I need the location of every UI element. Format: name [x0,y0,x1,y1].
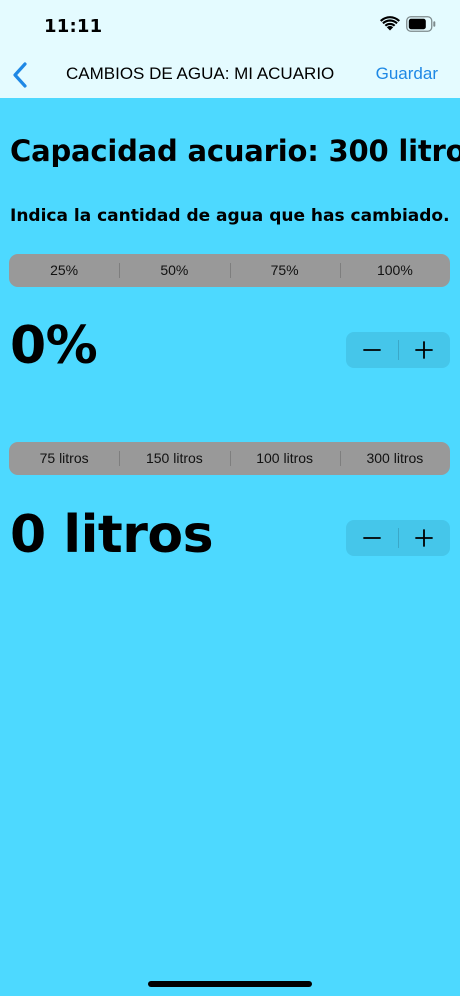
capacity-title: Capacidad acuario: 300 litros [10,134,460,168]
percent-decrement-button[interactable] [346,332,398,368]
minus-icon [362,349,381,351]
percent-option-75[interactable]: 75% [229,254,340,287]
percent-option-50[interactable]: 50% [119,254,229,287]
percent-stepper [346,332,450,368]
navigation-bar: CAMBIOS DE AGUA: MI ACUARIO Guardar [0,52,460,98]
litros-option-100[interactable]: 100 litros [229,442,340,475]
litros-option-75[interactable]: 75 litros [9,442,119,475]
litros-segmented-control: 75 litros 150 litros 100 litros 300 litr… [9,442,450,475]
percent-value: 0% [10,316,98,376]
status-time: 11:11 [44,16,103,37]
wifi-icon [380,16,400,31]
litros-stepper [346,520,450,556]
home-indicator[interactable] [148,981,312,987]
save-button[interactable]: Guardar [376,64,438,84]
litros-decrement-button[interactable] [346,520,398,556]
minus-icon [362,537,381,539]
litros-value: 0 litros [10,505,214,565]
percent-option-100[interactable]: 100% [339,254,450,287]
chevron-left-icon[interactable] [10,60,32,90]
instruction-text: Indica la cantidad de agua que has cambi… [10,206,450,226]
litros-option-300[interactable]: 300 litros [339,442,450,475]
percent-increment-button[interactable] [399,332,451,368]
litros-option-150[interactable]: 150 litros [119,442,229,475]
litros-increment-button[interactable] [399,520,451,556]
percent-option-25[interactable]: 25% [9,254,119,287]
plus-icon [415,341,434,359]
status-bar: 11:11 [0,0,460,52]
percent-segmented-control: 25% 50% 75% 100% [9,254,450,287]
battery-icon [406,16,436,32]
plus-icon [415,529,434,547]
page-title: CAMBIOS DE AGUA: MI ACUARIO [66,64,335,83]
